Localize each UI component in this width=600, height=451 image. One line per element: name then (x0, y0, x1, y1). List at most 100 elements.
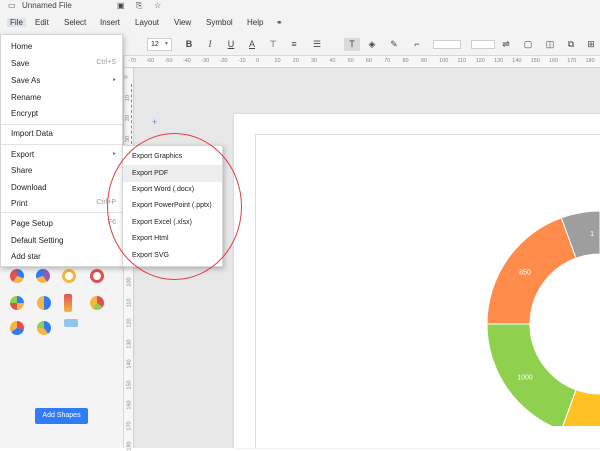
pie-shape-icon[interactable] (10, 296, 24, 310)
group-icon[interactable]: ◫ (545, 38, 555, 51)
menu-item-label: Save As (11, 76, 41, 85)
file-menu-encrypt[interactable]: Encrypt (11, 109, 116, 118)
pie-shape-icon[interactable] (10, 269, 24, 283)
line-weight-icon[interactable]: ⇌ (500, 38, 512, 51)
pie-shape-icon[interactable] (37, 296, 51, 310)
menu-divider (1, 212, 122, 213)
file-menu-export[interactable]: Export ▸ (11, 150, 116, 159)
ruler-tick: 170 (126, 420, 133, 431)
ruler-tick: 50 (347, 58, 354, 64)
ruler-tick: 120 (475, 58, 485, 64)
arrow-style-select[interactable] (471, 40, 495, 49)
pie-shape-icon[interactable] (36, 269, 50, 283)
ruler-tick: 180 (126, 441, 133, 451)
donut-shape-icon[interactable] (62, 269, 76, 283)
ruler-tick: 30 (311, 58, 318, 64)
plus-icon: + (152, 117, 158, 127)
menu-select[interactable]: Select (64, 18, 86, 27)
menu-item-label: Export (11, 150, 35, 159)
ruler-tick: 120 (126, 318, 133, 328)
text-style-icon[interactable]: ⊤ (268, 38, 278, 51)
ruler-tick: 140 (126, 359, 133, 369)
highlight-circle (107, 133, 242, 280)
line-style-select[interactable] (433, 40, 461, 49)
ruler-tick: 140 (512, 58, 522, 64)
menu-item-label: Save (11, 59, 30, 68)
ruler-tick: 160 (548, 58, 559, 64)
ruler-tick: 70 (384, 58, 391, 64)
menu-view[interactable]: View (174, 18, 191, 27)
line-spacing-icon[interactable]: ☰ (310, 38, 324, 51)
font-size-select[interactable]: 12 ▼ (147, 38, 172, 51)
file-menu-default-setting[interactable]: Default Setting (11, 236, 116, 245)
fill-bucket-icon[interactable]: ◈ (367, 38, 377, 51)
add-shapes-button[interactable]: Add Shapes (35, 408, 88, 424)
ruler-tick: -50 (164, 58, 173, 64)
distribute-icon[interactable]: ⊞ (586, 38, 596, 51)
connector-icon[interactable]: ⌐ (409, 38, 425, 51)
chevron-down-icon: ▼ (164, 41, 169, 47)
pie-shape-icon[interactable] (37, 321, 51, 335)
ruler-tick: -40 (182, 58, 191, 64)
file-title[interactable]: Unnamed File (22, 1, 72, 10)
menu-file[interactable]: File (7, 18, 26, 27)
ruler-tick: 0 (256, 58, 260, 64)
menu-item-label: Rename (11, 93, 42, 102)
slice-label: 1 (590, 231, 594, 238)
file-menu-rename[interactable]: Rename (11, 93, 116, 102)
font-size-value: 12 (151, 41, 159, 48)
menu-insert[interactable]: Insert (100, 18, 120, 27)
menu-layout[interactable]: Layout (135, 18, 159, 27)
slice-850[interactable] (486, 217, 577, 325)
ruler-tick: -20 (219, 58, 228, 64)
ruler-tick: 180 (585, 58, 595, 64)
text-box-icon[interactable]: T (344, 38, 360, 51)
menu-item-label: Share (11, 166, 33, 175)
ruler-tick: 170 (567, 58, 577, 64)
italic-button[interactable]: I (205, 38, 215, 51)
menu-item-label: Print (11, 199, 28, 208)
menu-item-label: Import Data (11, 129, 53, 138)
donut-chart[interactable]: 850100012001 (455, 196, 600, 426)
shortcut-label: Ctrl+S (96, 59, 116, 66)
export-icon[interactable]: ⎘ (136, 1, 142, 11)
ruler-tick: 90 (420, 58, 427, 64)
file-menu-home[interactable]: Home (11, 42, 116, 51)
font-color-button[interactable]: A (247, 38, 257, 51)
menu-bar: File Edit Select Insert Layout View Symb… (0, 14, 600, 34)
file-menu-import-data[interactable]: Import Data (11, 129, 116, 138)
ruler-tick: 60 (365, 58, 373, 64)
file-menu-download[interactable]: Download (11, 183, 116, 192)
ruler-tick: -60 (146, 58, 155, 64)
star-icon[interactable]: ☆ (154, 1, 161, 10)
save-icon[interactable]: ▣ (117, 1, 125, 10)
chart-shape-icon[interactable] (64, 319, 78, 327)
share-link-icon[interactable]: ⚭ (276, 18, 283, 27)
file-menu-print[interactable]: Print Ctrl+P (11, 199, 116, 208)
pie-shape-icon[interactable] (90, 296, 104, 310)
file-menu: Home Save Ctrl+S Save As ▸ Rename Encryp… (0, 34, 123, 267)
bar-shape-icon[interactable] (64, 294, 72, 312)
file-menu-page-setup[interactable]: Page Setup F6 (11, 219, 116, 228)
slice-label: 850 (519, 270, 531, 277)
ruler-tick: 80 (402, 58, 409, 64)
copy-icon[interactable]: ⧉ (566, 38, 576, 51)
arrange-icon[interactable]: ▢ (523, 38, 533, 51)
file-menu-add-star[interactable]: Add star (11, 252, 116, 261)
file-menu-share[interactable]: Share (11, 166, 116, 175)
underline-button[interactable]: U (226, 38, 236, 51)
donut-shape-icon[interactable] (90, 269, 104, 283)
menu-symbol[interactable]: Symbol (206, 18, 233, 27)
horizontal-ruler: -70 -60 -50 -40 -30 -20 -10 0 10 20 30 40 50 60 70 80 90… (124, 56, 600, 68)
menu-edit[interactable]: Edit (35, 18, 49, 27)
pen-icon[interactable]: ✎ (389, 38, 399, 51)
align-icon[interactable]: ≡ (289, 38, 299, 51)
alignment-guide (131, 84, 132, 144)
bold-button[interactable]: B (184, 38, 194, 51)
file-menu-save-as[interactable]: Save As ▸ (11, 76, 116, 85)
file-menu-save[interactable]: Save Ctrl+S (11, 59, 116, 68)
ruler-tick: 100 (126, 277, 133, 287)
ruler-tick: 110 (457, 58, 467, 64)
menu-help[interactable]: Help (247, 18, 263, 27)
pie-shape-icon[interactable] (10, 321, 24, 335)
